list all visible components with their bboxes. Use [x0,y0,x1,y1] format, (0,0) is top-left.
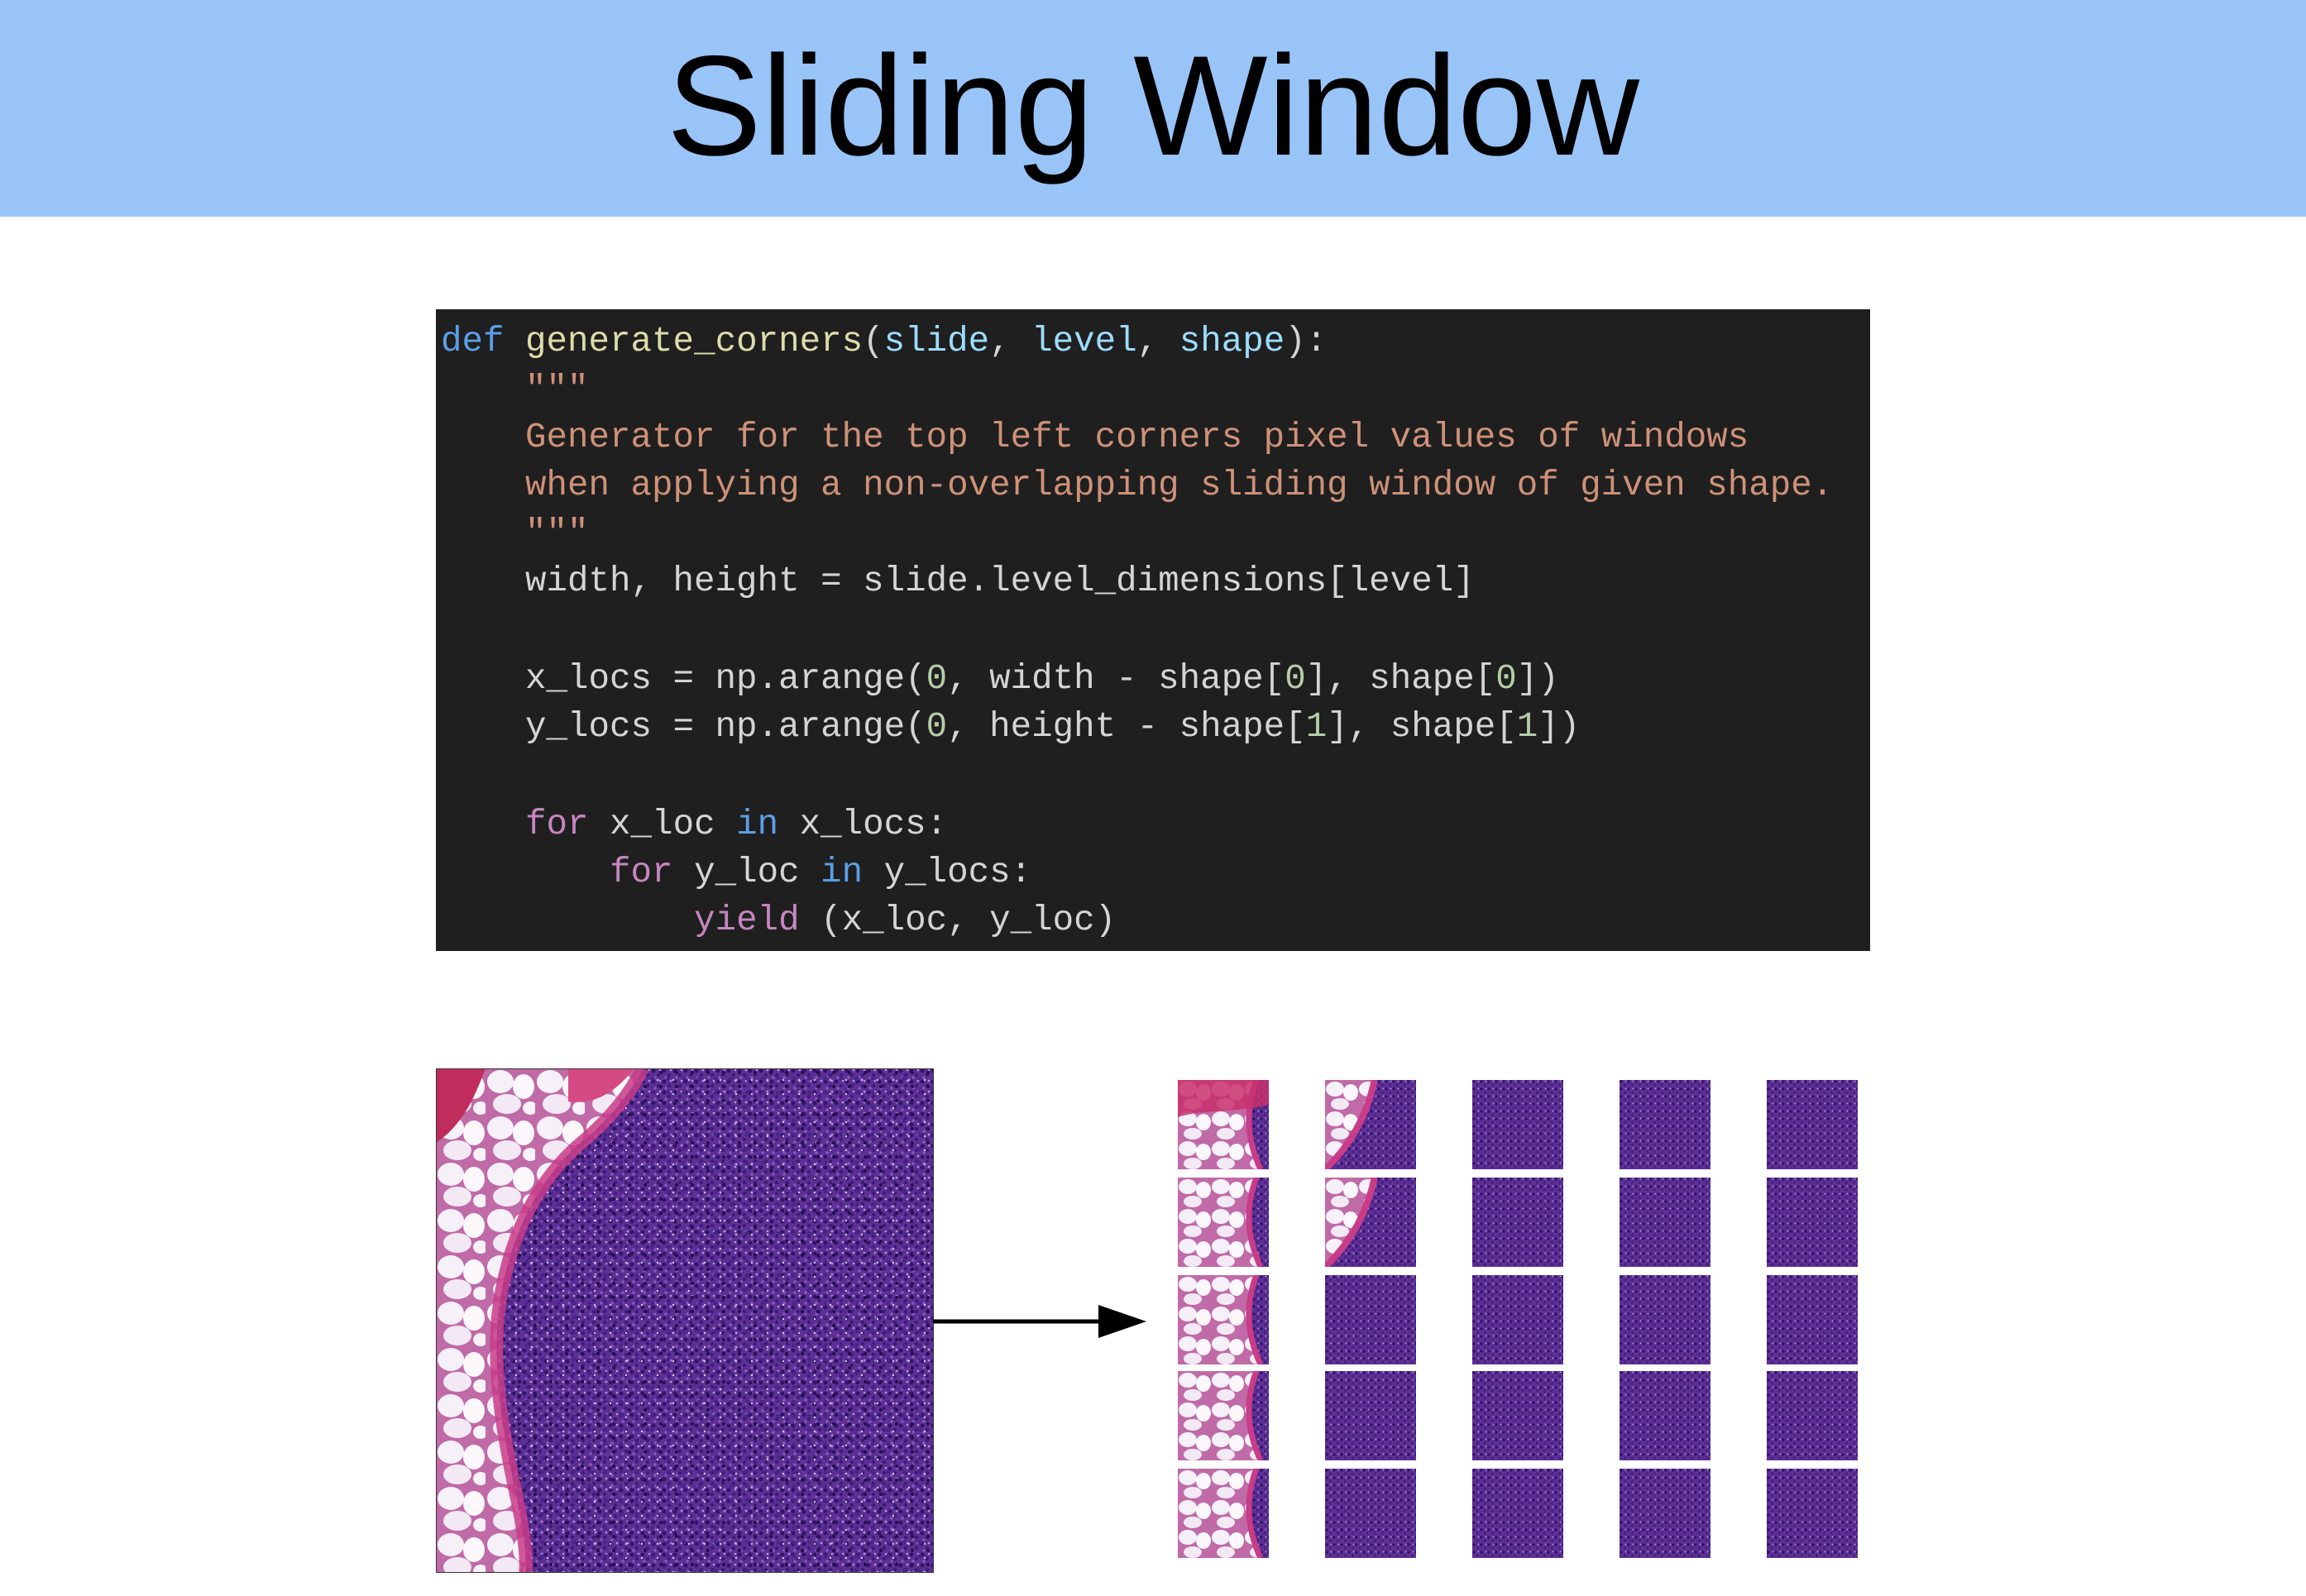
code-token: in [820,853,864,892]
code-token: slide [883,322,990,361]
code-token: def [441,322,505,361]
tile-r0-c2 [1472,1080,1563,1169]
tile-r1-c3 [1619,1178,1710,1267]
tile-r4-c4 [1767,1469,1858,1558]
tile-r3-c0 [1178,1371,1269,1460]
code-token: in [736,805,779,844]
tile-r3-c3 [1619,1371,1710,1460]
tile-r3-c4 [1767,1371,1858,1460]
code-block: def generate_corners(slide, level, shape… [436,309,1870,951]
code-token: ], shape[ [1305,659,1496,699]
code-token: ], shape[ [1327,707,1517,747]
code-line: for x_loc in x_locs: [441,800,947,848]
tile-r1-c4 [1767,1178,1858,1267]
code-token: Generator for the top left corners pixel… [441,418,1749,457]
code-token: for [610,853,673,892]
code-token: , height - shape[ [947,707,1306,747]
tile-r0-c1 [1325,1080,1416,1169]
code-token: width, height = slide.level_dimensions[l… [441,561,1475,601]
code-token: for [525,805,589,844]
code-line: y_locs = np.arange(0, height - shape[1],… [441,703,1580,751]
code-token: x_locs = np.arange( [441,659,926,699]
tile-r1-c1 [1325,1178,1416,1267]
code-token: 0 [926,659,948,699]
tile-r0-c0 [1178,1080,1269,1169]
code-token: when applying a non-overlapping sliding … [441,466,1834,505]
tile-r2-c1 [1325,1275,1416,1364]
code-line: def generate_corners(slide, level, shape… [441,318,1327,366]
tile-r1-c2 [1472,1178,1563,1267]
code-token: yield [694,901,800,940]
tile-r4-c3 [1619,1469,1710,1558]
tissue-slide-image [436,1068,934,1573]
code-line: yield (x_loc, y_loc) [441,896,1116,944]
tile-r3-c1 [1325,1371,1416,1460]
code-token: , [1136,322,1179,361]
code-line: x_locs = np.arange(0, width - shape[0], … [441,655,1559,703]
tile-r4-c1 [1325,1469,1416,1558]
tile-r3-c2 [1472,1371,1563,1460]
code-token: generate_corners [525,322,864,361]
title-bar: Sliding Window [0,0,2306,217]
code-line: for y_loc in y_locs: [441,848,1031,896]
tile-r0-c4 [1767,1080,1858,1169]
code-token: 1 [1516,707,1538,747]
arrow-icon [933,1305,1146,1338]
code-token: shape [1179,322,1285,361]
code-token: 0 [926,707,948,747]
code-token: , width - shape[ [947,659,1285,699]
code-line: width, height = slide.level_dimensions[l… [441,557,1475,605]
tile-r0-c3 [1619,1080,1710,1169]
code-token: ): [1285,322,1328,361]
code-token: , [989,322,1032,361]
code-line: """ [441,366,589,413]
tile-r2-c2 [1472,1275,1563,1364]
code-token: 0 [1495,659,1517,699]
tile-r2-c0 [1178,1275,1269,1364]
code-token: y_locs = np.arange( [441,707,926,747]
code-token: ]) [1538,707,1581,747]
code-token: level [1031,322,1137,361]
code-token: """ [441,514,589,553]
tile-r4-c0 [1178,1469,1269,1558]
tile-r2-c4 [1767,1275,1858,1364]
code-token: y_locs: [863,853,1032,892]
code-line: when applying a non-overlapping sliding … [441,461,1833,509]
code-token: 1 [1305,707,1328,747]
code-token: x_locs: [778,805,948,844]
code-token: """ [441,370,589,409]
code-token: x_loc [588,805,737,844]
tile-r2-c3 [1619,1275,1710,1364]
code-token: y_loc [672,853,821,892]
code-token: 0 [1285,659,1306,699]
code-line: """ [441,509,589,557]
code-token: ( [863,322,884,361]
slide-title: Sliding Window [667,26,1639,185]
tile-grid [1178,1080,1859,1558]
tile-r4-c2 [1472,1469,1563,1558]
code-token: (x_loc, y_loc) [799,901,1117,940]
code-token: ]) [1516,659,1559,699]
code-line: Generator for the top left corners pixel… [441,413,1749,461]
tile-r1-c0 [1178,1178,1269,1267]
